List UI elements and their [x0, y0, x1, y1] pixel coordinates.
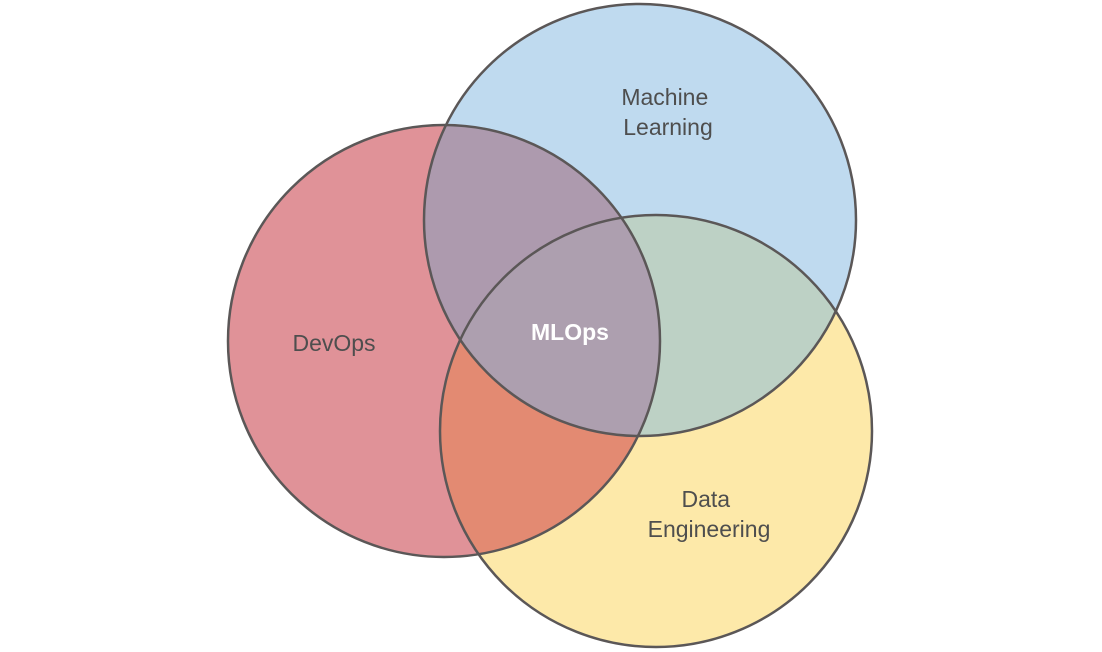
devops-label: DevOps — [292, 330, 375, 356]
machine-learning-label-line-2: Learning — [623, 114, 713, 140]
venn-diagram: DevOps Machine Learning Data Engineering… — [226, 2, 874, 649]
data-engineering-label-line-1: Data — [682, 486, 731, 512]
data-engineering-label-line-2: Engineering — [648, 516, 771, 542]
mlops-label: MLOps — [531, 319, 609, 345]
machine-learning-label-line-1: Machine — [621, 84, 708, 110]
